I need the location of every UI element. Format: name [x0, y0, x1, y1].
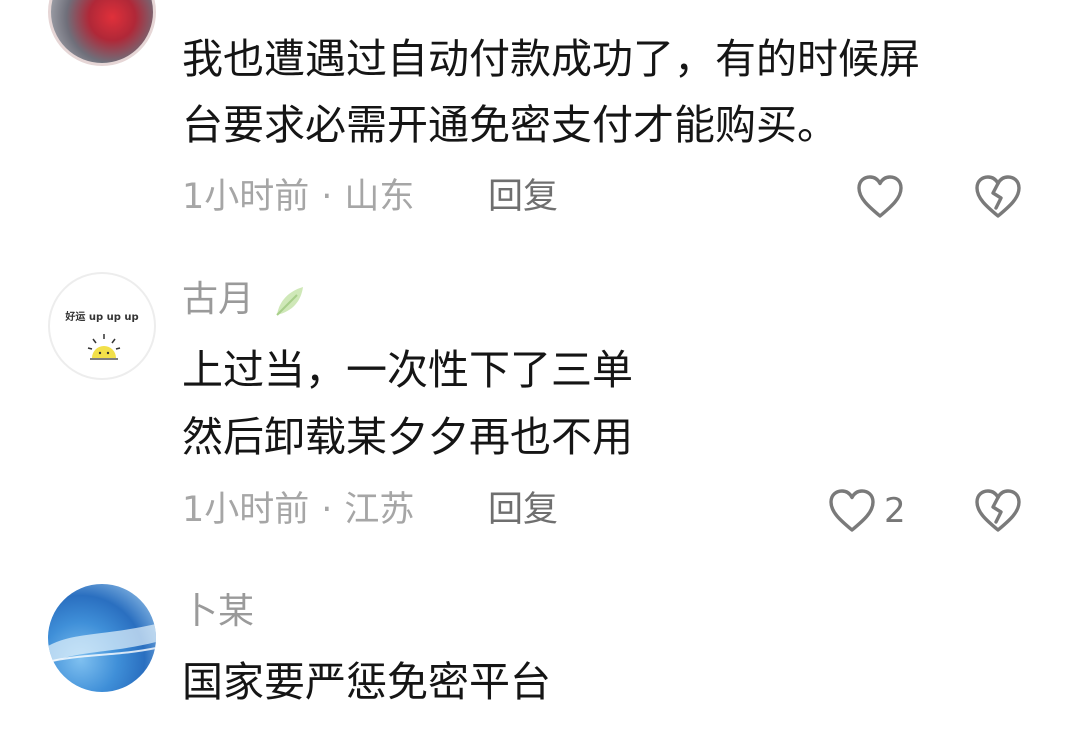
- comment-meta: 1小时前 · 山东: [182, 175, 414, 219]
- comment-text-line: 然后卸载某夕夕再也不用: [182, 413, 633, 461]
- comment-location: 江苏: [344, 490, 415, 530]
- broken-heart-icon: [974, 174, 1022, 220]
- comment-item: 卜某 国家要严惩免密平台: [0, 570, 1080, 730]
- heart-outline-icon: [828, 488, 876, 534]
- comment-username: 古月: [182, 278, 307, 322]
- leaf-badge-icon: [271, 283, 307, 319]
- avatar-text: 好运 up up up: [65, 312, 139, 323]
- username-text[interactable]: 古月: [182, 279, 254, 320]
- like-button[interactable]: [856, 174, 912, 220]
- like-button[interactable]: 2: [828, 488, 906, 534]
- reply-button[interactable]: 回复: [488, 175, 558, 219]
- meta-separator: ·: [321, 490, 333, 530]
- avatar[interactable]: [48, 584, 156, 692]
- comment-text-line: 台要求必需开通免密支付才能购买。: [182, 101, 838, 149]
- reply-button[interactable]: 回复: [488, 488, 558, 532]
- comment-item: 我也遭遇过自动付款成功了，有的时候屏 台要求必需开通免密支付才能购买。 1小时前…: [0, 0, 1080, 240]
- dislike-button[interactable]: [974, 488, 1022, 534]
- comment-text-line: 我也遭遇过自动付款成功了，有的时候屏: [182, 35, 920, 83]
- comment-location: 山东: [344, 177, 415, 217]
- comment-text-line: 上过当，一次性下了三单: [182, 346, 633, 394]
- meta-separator: ·: [321, 177, 333, 217]
- comment-username[interactable]: 卜某: [182, 590, 254, 634]
- avatar-wave-graphic: [48, 624, 156, 664]
- comment-time: 1小时前: [182, 490, 310, 530]
- heart-outline-icon: [856, 174, 904, 220]
- comment-time: 1小时前: [182, 177, 310, 217]
- broken-heart-icon: [974, 488, 1022, 534]
- avatar[interactable]: 好运 up up up: [48, 272, 156, 380]
- like-count: 2: [884, 491, 906, 531]
- avatar[interactable]: [48, 0, 156, 66]
- comment-text-line: 国家要严惩免密平台: [182, 658, 551, 706]
- comment-meta: 1小时前 · 江苏: [182, 488, 414, 532]
- sun-icon: [86, 332, 122, 362]
- comment-item: 好运 up up up 古月 上过当，一次性下了三单 然后卸载某夕夕再也不用 1…: [0, 240, 1080, 570]
- dislike-button[interactable]: [974, 174, 1022, 220]
